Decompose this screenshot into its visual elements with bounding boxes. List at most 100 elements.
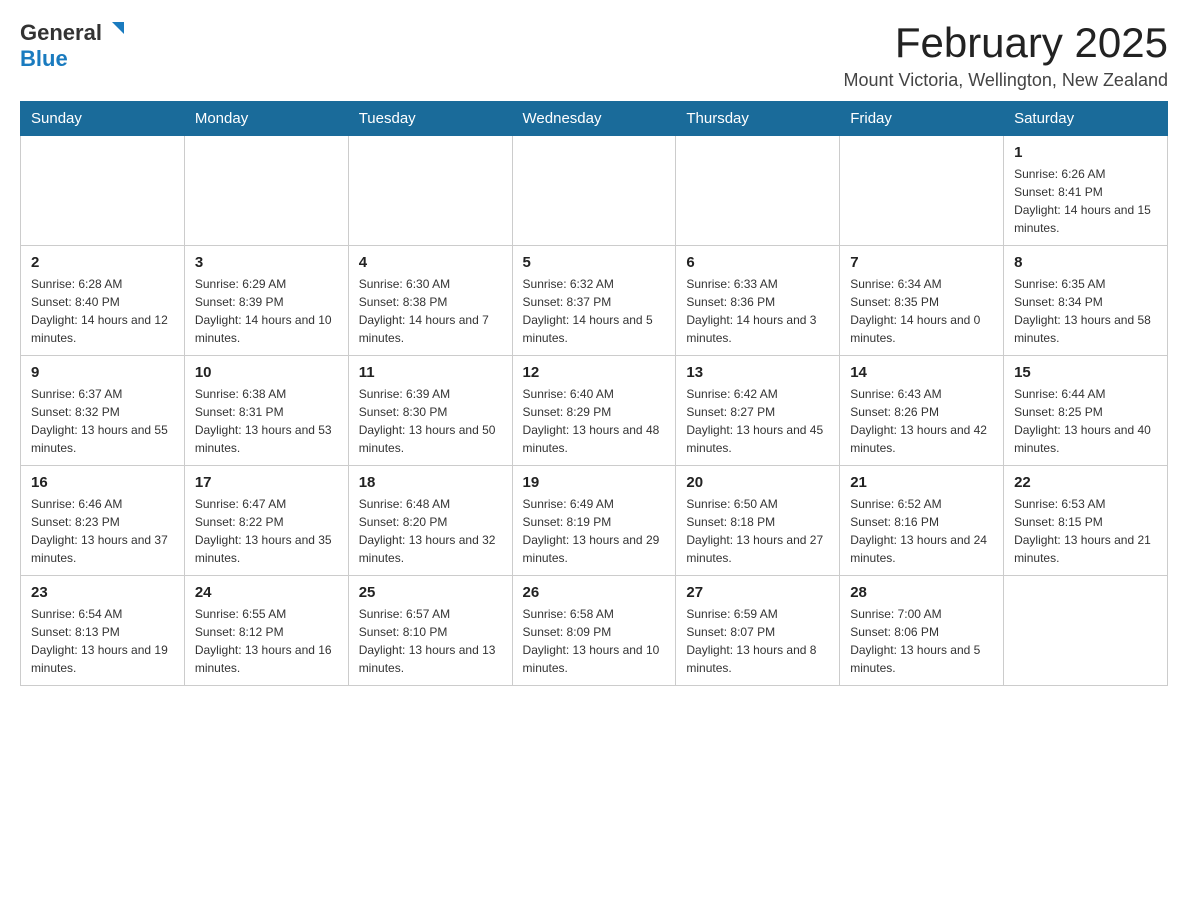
weekday-header-wednesday: Wednesday bbox=[512, 102, 676, 136]
day-number: 19 bbox=[523, 474, 666, 491]
weekday-header-friday: Friday bbox=[840, 102, 1004, 136]
page-header: General Blue February 2025 Mount Victori… bbox=[20, 20, 1168, 91]
day-number: 8 bbox=[1014, 254, 1157, 271]
calendar-cell: 26Sunrise: 6:58 AM Sunset: 8:09 PM Dayli… bbox=[512, 576, 676, 686]
day-number: 17 bbox=[195, 474, 338, 491]
day-info: Sunrise: 6:57 AM Sunset: 8:10 PM Dayligh… bbox=[359, 605, 502, 677]
day-info: Sunrise: 6:28 AM Sunset: 8:40 PM Dayligh… bbox=[31, 275, 174, 347]
weekday-header-row: SundayMondayTuesdayWednesdayThursdayFrid… bbox=[21, 102, 1168, 136]
day-number: 23 bbox=[31, 584, 174, 601]
day-info: Sunrise: 6:39 AM Sunset: 8:30 PM Dayligh… bbox=[359, 385, 502, 457]
calendar-cell: 25 Sunrise: 6:57 AM Sunset: 8:10 PM Dayli… bbox=[348, 576, 512, 686]
day-info: Sunrise: 6:30 AM Sunset: 8:38 PM Dayligh… bbox=[359, 275, 502, 347]
calendar-week-row: 23 Sunrise: 6:54 AM Sunset: 8:13 PM Dayli… bbox=[21, 576, 1168, 686]
day-number: 3 bbox=[195, 254, 338, 271]
calendar-cell: 6 Sunrise: 6:33 AM Sunset: 8:36 PM Daylig… bbox=[676, 246, 840, 356]
calendar-cell bbox=[1004, 576, 1168, 686]
month-title: February 2025 bbox=[843, 20, 1168, 66]
weekday-header-thursday: Thursday bbox=[676, 102, 840, 136]
calendar-cell: 15 Sunrise: 6:44 AM Sunset: 8:25 PM Dayli… bbox=[1004, 356, 1168, 466]
day-info: Sunrise: 6:53 AM Sunset: 8:15 PM Dayligh… bbox=[1014, 495, 1157, 567]
day-info: Sunrise: 6:52 AM Sunset: 8:16 PM Dayligh… bbox=[850, 495, 993, 567]
day-number: 25 bbox=[359, 584, 502, 601]
calendar-cell bbox=[840, 136, 1004, 246]
day-number: 24 bbox=[195, 584, 338, 601]
logo-blue-text: Blue bbox=[20, 46, 68, 71]
day-info: Sunrise: 6:50 AM Sunset: 8:18 PM Dayligh… bbox=[686, 495, 829, 567]
weekday-header-saturday: Saturday bbox=[1004, 102, 1168, 136]
day-info: Sunrise: 6:59 AM Sunset: 8:07 PM Dayligh… bbox=[686, 605, 829, 677]
title-block: February 2025 Mount Victoria, Wellington… bbox=[843, 20, 1168, 91]
day-number: 14 bbox=[850, 364, 993, 381]
calendar-cell bbox=[676, 136, 840, 246]
calendar-week-row: 2Sunrise: 6:28 AM Sunset: 8:40 PM Daylig… bbox=[21, 246, 1168, 356]
calendar-cell: 21 Sunrise: 6:52 AM Sunset: 8:16 PM Dayli… bbox=[840, 466, 1004, 576]
calendar-cell: 11 Sunrise: 6:39 AM Sunset: 8:30 PM Dayli… bbox=[348, 356, 512, 466]
day-info: Sunrise: 6:47 AM Sunset: 8:22 PM Dayligh… bbox=[195, 495, 338, 567]
calendar-cell: 3Sunrise: 6:29 AM Sunset: 8:39 PM Daylig… bbox=[184, 246, 348, 356]
calendar-week-row: 16 Sunrise: 6:46 AM Sunset: 8:23 PM Dayli… bbox=[21, 466, 1168, 576]
calendar-cell bbox=[348, 136, 512, 246]
day-number: 27 bbox=[686, 584, 829, 601]
day-number: 11 bbox=[359, 364, 502, 381]
calendar-cell: 13Sunrise: 6:42 AM Sunset: 8:27 PM Dayli… bbox=[676, 356, 840, 466]
calendar-cell: 5 Sunrise: 6:32 AM Sunset: 8:37 PM Daylig… bbox=[512, 246, 676, 356]
calendar-cell bbox=[21, 136, 185, 246]
day-number: 15 bbox=[1014, 364, 1157, 381]
calendar-cell: 20Sunrise: 6:50 AM Sunset: 8:18 PM Dayli… bbox=[676, 466, 840, 576]
day-number: 12 bbox=[523, 364, 666, 381]
calendar-cell: 22Sunrise: 6:53 AM Sunset: 8:15 PM Dayli… bbox=[1004, 466, 1168, 576]
calendar-cell: 8 Sunrise: 6:35 AM Sunset: 8:34 PM Daylig… bbox=[1004, 246, 1168, 356]
calendar-cell: 10Sunrise: 6:38 AM Sunset: 8:31 PM Dayli… bbox=[184, 356, 348, 466]
day-number: 6 bbox=[686, 254, 829, 271]
location-title: Mount Victoria, Wellington, New Zealand bbox=[843, 70, 1168, 91]
calendar-cell: 28Sunrise: 7:00 AM Sunset: 8:06 PM Dayli… bbox=[840, 576, 1004, 686]
calendar-table: SundayMondayTuesdayWednesdayThursdayFrid… bbox=[20, 101, 1168, 686]
logo: General Blue bbox=[20, 20, 126, 72]
day-info: Sunrise: 6:42 AM Sunset: 8:27 PM Dayligh… bbox=[686, 385, 829, 457]
day-info: Sunrise: 6:26 AM Sunset: 8:41 PM Dayligh… bbox=[1014, 165, 1157, 237]
day-info: Sunrise: 6:49 AM Sunset: 8:19 PM Dayligh… bbox=[523, 495, 666, 567]
day-number: 16 bbox=[31, 474, 174, 491]
day-number: 7 bbox=[850, 254, 993, 271]
calendar-cell: 1 Sunrise: 6:26 AM Sunset: 8:41 PM Daylig… bbox=[1004, 136, 1168, 246]
calendar-cell: 7 Sunrise: 6:34 AM Sunset: 8:35 PM Daylig… bbox=[840, 246, 1004, 356]
calendar-cell: 27 Sunrise: 6:59 AM Sunset: 8:07 PM Dayli… bbox=[676, 576, 840, 686]
day-number: 5 bbox=[523, 254, 666, 271]
day-info: Sunrise: 6:34 AM Sunset: 8:35 PM Dayligh… bbox=[850, 275, 993, 347]
logo-arrow-icon bbox=[104, 19, 126, 46]
calendar-cell: 9 Sunrise: 6:37 AM Sunset: 8:32 PM Daylig… bbox=[21, 356, 185, 466]
calendar-cell: 18 Sunrise: 6:48 AM Sunset: 8:20 PM Dayli… bbox=[348, 466, 512, 576]
calendar-cell: 14 Sunrise: 6:43 AM Sunset: 8:26 PM Dayli… bbox=[840, 356, 1004, 466]
calendar-cell: 12 Sunrise: 6:40 AM Sunset: 8:29 PM Dayli… bbox=[512, 356, 676, 466]
day-info: Sunrise: 6:35 AM Sunset: 8:34 PM Dayligh… bbox=[1014, 275, 1157, 347]
calendar-cell: 19 Sunrise: 6:49 AM Sunset: 8:19 PM Dayli… bbox=[512, 466, 676, 576]
day-info: Sunrise: 6:40 AM Sunset: 8:29 PM Dayligh… bbox=[523, 385, 666, 457]
weekday-header-monday: Monday bbox=[184, 102, 348, 136]
day-info: Sunrise: 6:55 AM Sunset: 8:12 PM Dayligh… bbox=[195, 605, 338, 677]
calendar-week-row: 9 Sunrise: 6:37 AM Sunset: 8:32 PM Daylig… bbox=[21, 356, 1168, 466]
day-info: Sunrise: 7:00 AM Sunset: 8:06 PM Dayligh… bbox=[850, 605, 993, 677]
weekday-header-sunday: Sunday bbox=[21, 102, 185, 136]
calendar-cell: 4Sunrise: 6:30 AM Sunset: 8:38 PM Daylig… bbox=[348, 246, 512, 356]
calendar-cell bbox=[184, 136, 348, 246]
calendar-cell: 23 Sunrise: 6:54 AM Sunset: 8:13 PM Dayli… bbox=[21, 576, 185, 686]
logo-general-text: General bbox=[20, 20, 102, 46]
day-info: Sunrise: 6:46 AM Sunset: 8:23 PM Dayligh… bbox=[31, 495, 174, 567]
day-number: 9 bbox=[31, 364, 174, 381]
calendar-cell: 24 Sunrise: 6:55 AM Sunset: 8:12 PM Dayli… bbox=[184, 576, 348, 686]
day-info: Sunrise: 6:32 AM Sunset: 8:37 PM Dayligh… bbox=[523, 275, 666, 347]
day-number: 18 bbox=[359, 474, 502, 491]
day-number: 21 bbox=[850, 474, 993, 491]
calendar-cell bbox=[512, 136, 676, 246]
calendar-cell: 2Sunrise: 6:28 AM Sunset: 8:40 PM Daylig… bbox=[21, 246, 185, 356]
day-info: Sunrise: 6:43 AM Sunset: 8:26 PM Dayligh… bbox=[850, 385, 993, 457]
day-info: Sunrise: 6:38 AM Sunset: 8:31 PM Dayligh… bbox=[195, 385, 338, 457]
day-info: Sunrise: 6:48 AM Sunset: 8:20 PM Dayligh… bbox=[359, 495, 502, 567]
day-info: Sunrise: 6:44 AM Sunset: 8:25 PM Dayligh… bbox=[1014, 385, 1157, 457]
day-number: 1 bbox=[1014, 144, 1157, 161]
day-info: Sunrise: 6:33 AM Sunset: 8:36 PM Dayligh… bbox=[686, 275, 829, 347]
day-info: Sunrise: 6:58 AM Sunset: 8:09 PM Dayligh… bbox=[523, 605, 666, 677]
day-info: Sunrise: 6:54 AM Sunset: 8:13 PM Dayligh… bbox=[31, 605, 174, 677]
day-info: Sunrise: 6:37 AM Sunset: 8:32 PM Dayligh… bbox=[31, 385, 174, 457]
